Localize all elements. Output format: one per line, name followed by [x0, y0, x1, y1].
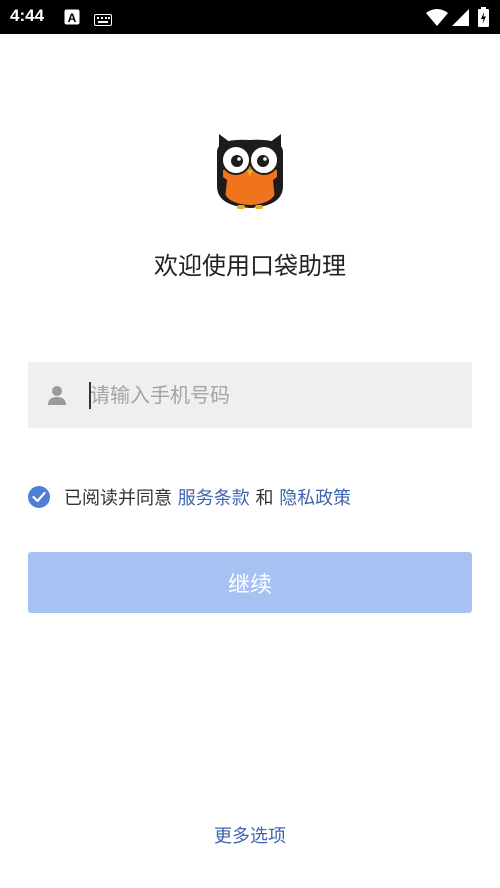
check-icon — [32, 491, 46, 503]
phone-number-input[interactable] — [86, 362, 460, 428]
agreement-conjunction: 和 — [249, 488, 280, 509]
continue-button[interactable]: 继续 — [28, 552, 472, 613]
status-time: 4:44 — [10, 6, 45, 25]
phone-number-field[interactable] — [28, 362, 472, 428]
agreement-prefix: 已阅读并同意 — [64, 488, 178, 509]
a-notification-icon: A — [64, 9, 80, 29]
privacy-policy-link[interactable]: 隐私政策 — [279, 488, 351, 509]
terms-of-service-link[interactable]: 服务条款 — [178, 488, 250, 509]
agreement-text: 已阅读并同意 服务条款 和 隐私政策 — [64, 484, 351, 510]
signal-icon — [452, 9, 469, 30]
more-options-link[interactable]: 更多选项 — [0, 822, 500, 848]
keyboard-icon — [94, 11, 112, 30]
user-icon — [46, 384, 68, 406]
welcome-title: 欢迎使用口袋助理 — [154, 252, 346, 280]
svg-text:A: A — [68, 11, 77, 25]
agreement-row: 已阅读并同意 服务条款 和 隐私政策 — [28, 484, 351, 510]
wifi-icon — [426, 9, 448, 30]
agreement-checkbox[interactable] — [28, 486, 50, 508]
battery-icon — [478, 7, 489, 31]
owl-logo — [211, 130, 289, 212]
status-bar: 4:44 A — [0, 0, 500, 34]
text-cursor — [89, 382, 91, 409]
